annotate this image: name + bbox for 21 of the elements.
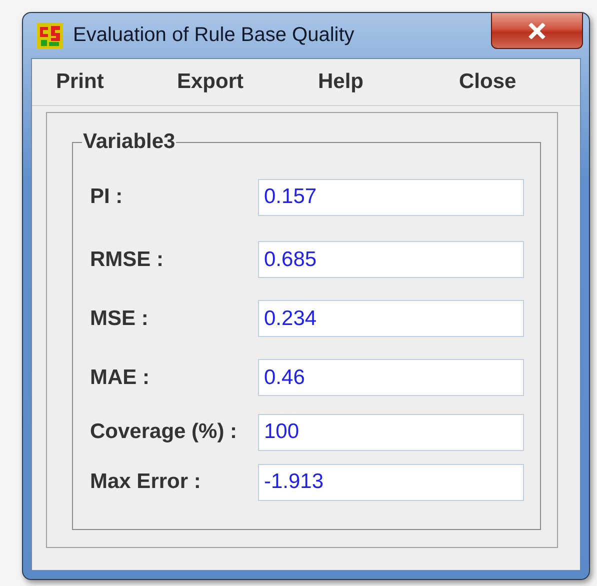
value-field[interactable]: 0.685: [258, 241, 524, 278]
value-field[interactable]: 0.46: [258, 359, 524, 396]
field-label: Coverage (%) :: [90, 420, 238, 444]
menu-item[interactable]: Close: [459, 70, 559, 94]
field-label: RMSE :: [90, 248, 164, 272]
group-title: Variable3: [82, 130, 176, 154]
menu-item[interactable]: Export: [177, 70, 318, 94]
field-label: PI :: [90, 185, 123, 209]
field-label: MAE :: [90, 366, 150, 390]
close-button[interactable]: [491, 13, 583, 49]
app-icon: [37, 22, 63, 48]
close-icon: [528, 22, 546, 38]
value-field[interactable]: 0.234: [258, 300, 524, 337]
field-label: Max Error :: [90, 470, 201, 494]
window-title: Evaluation of Rule Base Quality: [73, 24, 354, 47]
value-field[interactable]: 0.157: [258, 178, 524, 216]
menu-item[interactable]: Help: [318, 70, 459, 94]
menu-item[interactable]: Print: [56, 70, 177, 94]
field-label: MSE :: [90, 306, 148, 330]
value-field[interactable]: -1.913: [258, 464, 524, 500]
value-field[interactable]: 100: [258, 414, 524, 450]
